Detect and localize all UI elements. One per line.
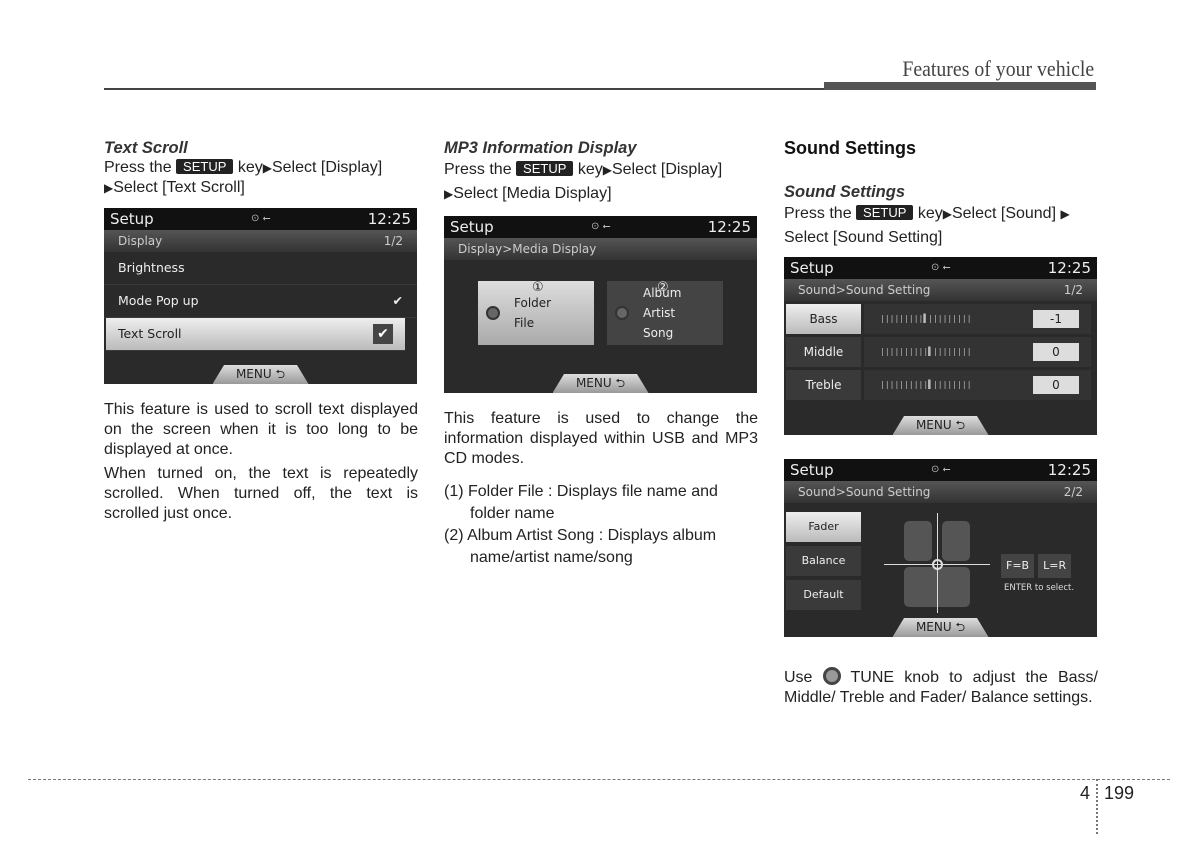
lr-button[interactable]: L=R <box>1038 554 1072 578</box>
section-title: Features of your vehicle <box>902 56 1094 81</box>
setup-key: SETUP <box>176 159 234 174</box>
header-rule <box>104 88 824 90</box>
radio-icon <box>615 306 629 320</box>
chapter-number: 4 <box>1080 783 1091 803</box>
section-heading: Sound Settings <box>784 138 916 158</box>
breadcrumb: Display>Media Display <box>458 242 597 256</box>
menu-item-brightness[interactable]: Brightness <box>104 252 417 285</box>
paragraph: This feature is used to change the infor… <box>444 410 758 467</box>
seat-diagram[interactable] <box>884 513 990 613</box>
status-icons: ⊙ ⭠ <box>930 262 951 273</box>
breadcrumb: Sound>Sound Setting <box>798 283 931 297</box>
footer-rule <box>28 779 1170 780</box>
bass-button[interactable]: Bass <box>786 304 861 334</box>
hint-text: ENTER to select. <box>1004 583 1075 593</box>
footer-divider <box>1096 779 1098 834</box>
crosshair-icon <box>932 559 943 570</box>
clock: 12:25 <box>367 210 411 228</box>
arrow-icon: ▶ <box>444 187 454 201</box>
list-item: (2) Album Artist Song : Displays album n… <box>444 527 717 566</box>
screen-sound-setting-2: Setup ⊙ ⭠ 12:25 Sound>Sound Setting 2/2 Fad… <box>784 459 1097 637</box>
subtitle: Text Scroll <box>104 139 188 157</box>
bass-value: -1 <box>1033 310 1079 328</box>
instruction: Press the SETUP key▶Select [Display] ▶Sel… <box>444 161 723 202</box>
page-indicator: 2/2 <box>1063 485 1083 499</box>
treble-value: 0 <box>1033 376 1079 394</box>
bass-slider[interactable]: |||||||||▌||||||||| -1 <box>864 304 1091 334</box>
screen-media-display: Setup ⊙ ⭠ 12:25 Display>Media Display ① Fol… <box>444 216 757 393</box>
screen-sound-setting-1: Setup ⊙ ⭠ 12:25 Sound>Sound Setting 1/2 Bas… <box>784 257 1097 435</box>
checkbox-icon[interactable]: ✔ <box>373 324 393 344</box>
sound-row-bass: Bass |||||||||▌||||||||| -1 <box>786 304 1091 334</box>
treble-button[interactable]: Treble <box>786 370 861 400</box>
treble-slider[interactable]: ||||||||||▌|||||||| 0 <box>864 370 1091 400</box>
menu-item-text-scroll[interactable]: Text Scroll ✔ <box>106 318 405 351</box>
fader-button[interactable]: Fader <box>786 512 861 542</box>
page-indicator: 1/2 <box>383 234 403 248</box>
slider-ticks: ||||||||||▌|||||||| <box>880 380 972 389</box>
paragraph: This feature is used to scroll text disp… <box>104 401 418 458</box>
column-text-scroll: Text Scroll Press the SETUP key▶Select [… <box>104 138 418 524</box>
paragraph: When turned on, the text is repeatedly s… <box>104 465 418 522</box>
instruction: Press the SETUP key▶Select [Sound] ▶ Sele… <box>784 205 1070 246</box>
check-icon: ✔ <box>392 293 403 308</box>
screen-title: Setup <box>450 218 494 236</box>
paragraph: Use TUNE knob to adjust the Bass/ Middle… <box>784 667 1098 706</box>
slider-ticks: ||||||||||▌|||||||| <box>880 347 972 356</box>
screen-title: Setup <box>790 259 834 277</box>
screen-title: Setup <box>790 461 834 479</box>
breadcrumb: Sound>Sound Setting <box>798 485 931 499</box>
arrow-icon: ▶ <box>602 163 612 177</box>
clock: 12:25 <box>1047 461 1091 479</box>
clock: 12:25 <box>1047 259 1091 277</box>
arrow-icon: ▶ <box>262 161 272 175</box>
option-album-artist-song[interactable]: ② Album Artist Song <box>607 280 723 345</box>
screen-title: Setup <box>110 210 154 228</box>
menu-button[interactable]: MENU ⮌ <box>892 416 989 435</box>
radio-icon <box>486 306 500 320</box>
arrow-icon: ▶ <box>104 181 114 195</box>
option-folder-file[interactable]: ① Folder File <box>478 280 594 345</box>
instruction: Press the SETUP key▶Select [Display] ▶Sel… <box>104 159 383 196</box>
middle-slider[interactable]: ||||||||||▌|||||||| 0 <box>864 337 1091 367</box>
column-sound-settings: Sound Settings Sound Settings Press the … <box>784 138 1098 708</box>
fb-button[interactable]: F=B <box>1001 554 1035 578</box>
middle-value: 0 <box>1033 343 1079 361</box>
slider-ticks: |||||||||▌||||||||| <box>880 314 972 323</box>
sound-row-middle: Middle ||||||||||▌|||||||| 0 <box>786 337 1091 367</box>
page-indicator: 1/2 <box>1063 283 1083 297</box>
sound-row-treble: Treble ||||||||||▌|||||||| 0 <box>786 370 1091 400</box>
tune-knob-icon <box>822 667 841 685</box>
header-bar <box>824 82 1096 90</box>
menu-button[interactable]: MENU ⮌ <box>552 374 649 393</box>
balance-button[interactable]: Balance <box>786 546 861 576</box>
setup-key: SETUP <box>856 205 914 220</box>
subtitle: MP3 Information Display <box>444 139 637 157</box>
page-number: 199 <box>1104 783 1135 803</box>
subtitle: Sound Settings <box>784 183 905 201</box>
list-item: (1) Folder File : Displays file name and… <box>444 483 718 522</box>
status-icons: ⊙ ⭠ <box>590 221 611 232</box>
breadcrumb: Display <box>118 234 163 248</box>
arrow-icon: ▶ <box>1060 207 1070 221</box>
menu-button[interactable]: MENU ⮌ <box>892 618 989 637</box>
default-button[interactable]: Default <box>786 580 861 610</box>
menu-button[interactable]: MENU ⮌ <box>212 365 309 384</box>
setup-key: SETUP <box>516 161 574 176</box>
clock: 12:25 <box>707 218 751 236</box>
column-mp3-info: MP3 Information Display Press the SETUP … <box>444 138 758 569</box>
middle-button[interactable]: Middle <box>786 337 861 367</box>
menu-item-mode-pop-up[interactable]: Mode Pop up ✔ <box>104 285 417 318</box>
arrow-icon: ▶ <box>942 207 952 221</box>
screen-display: Setup ⊙ ⭠ 12:25 Display 1/2 Brightness Mode… <box>104 208 417 384</box>
status-icons: ⊙ ⭠ <box>930 464 951 475</box>
status-icons: ⊙ ⭠ <box>250 213 271 224</box>
